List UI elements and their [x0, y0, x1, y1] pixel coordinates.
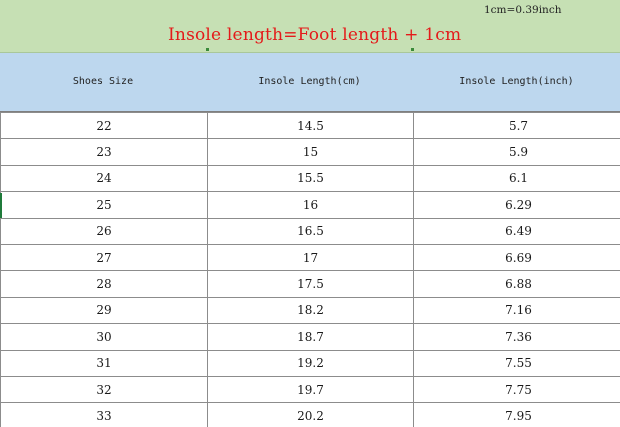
cell-insole-cm[interactable]: 20.2	[207, 402, 414, 427]
conversion-note: 1cm=0.39inch	[484, 4, 562, 16]
cell-shoe-size[interactable]: 28	[0, 270, 208, 298]
cell-insole-cm[interactable]: 17.5	[207, 270, 414, 298]
cell-insole-inch[interactable]: 6.29	[413, 191, 620, 219]
cell-shoe-size[interactable]: 26	[0, 217, 208, 245]
table-row: 24 15.5 6.1	[0, 164, 620, 193]
table-row: 25 16 6.29	[0, 191, 620, 219]
cell-shoe-size[interactable]: 25	[0, 191, 208, 219]
cell-insole-cm[interactable]: 16	[207, 191, 414, 219]
cell-insole-cm[interactable]: 15	[207, 138, 414, 166]
table-row: 30 18.7 7.36	[0, 323, 620, 351]
cell-insole-inch[interactable]: 6.88	[413, 270, 620, 298]
cell-insole-inch[interactable]: 7.75	[413, 375, 620, 404]
table-row: 28 17.5 6.88	[0, 270, 620, 298]
cell-shoe-size[interactable]: 22	[0, 111, 208, 140]
table-header-row: Shoes Size Insole Length(cm) Insole Leng…	[0, 53, 620, 112]
cell-insole-cm[interactable]: 19.2	[207, 349, 414, 377]
cell-shoe-size[interactable]: 30	[0, 323, 208, 351]
table-row: 27 17 6.69	[0, 243, 620, 272]
cell-insole-cm[interactable]: 16.5	[207, 217, 414, 245]
table-row: 22 14.5 5.7	[0, 111, 620, 140]
row-selection-marker	[0, 193, 2, 218]
cell-insole-cm[interactable]: 14.5	[207, 111, 414, 140]
headline-formula: Insole length=Foot length + 1cm	[168, 25, 462, 45]
cell-insole-inch[interactable]: 7.95	[413, 402, 620, 427]
cell-insole-cm[interactable]: 19.7	[207, 375, 414, 404]
cell-insole-cm[interactable]: 17	[207, 243, 414, 272]
header-shoes-size: Shoes Size	[72, 76, 134, 87]
table-row: 33 20.2 7.95	[0, 402, 620, 427]
cell-shoe-size[interactable]: 24	[0, 164, 208, 193]
cell-marker-icon	[411, 48, 414, 51]
table-row: 26 16.5 6.49	[0, 217, 620, 245]
title-banner: 1cm=0.39inch Insole length=Foot length +…	[0, 0, 620, 53]
cell-insole-inch[interactable]: 7.55	[413, 349, 620, 377]
cell-insole-cm[interactable]: 18.2	[207, 296, 414, 325]
cell-marker-icon	[206, 48, 209, 51]
cell-shoe-size[interactable]: 32	[0, 375, 208, 404]
cell-shoe-size[interactable]: 29	[0, 296, 208, 325]
cell-insole-inch[interactable]: 7.16	[413, 296, 620, 325]
cell-shoe-size[interactable]: 27	[0, 243, 208, 272]
cell-insole-cm[interactable]: 18.7	[207, 323, 414, 351]
cell-insole-inch[interactable]: 6.69	[413, 243, 620, 272]
cell-insole-inch[interactable]: 7.36	[413, 323, 620, 351]
cell-shoe-size[interactable]: 31	[0, 349, 208, 377]
header-insole-cm: Insole Length(cm)	[258, 76, 361, 87]
cell-shoe-size[interactable]: 23	[0, 138, 208, 166]
cell-insole-inch[interactable]: 6.49	[413, 217, 620, 245]
cell-shoe-size[interactable]: 33	[0, 402, 208, 427]
size-table: 22 14.5 5.7 23 15 5.9 24 15.5 6.1 25 16 6.29 26 16.5 6…	[0, 111, 620, 427]
table-row: 31 19.2 7.55	[0, 349, 620, 377]
table-row: 32 19.7 7.75	[0, 375, 620, 404]
cell-insole-inch[interactable]: 6.1	[413, 164, 620, 193]
table-row: 29 18.2 7.16	[0, 296, 620, 325]
size-chart-sheet: 1cm=0.39inch Insole length=Foot length +…	[0, 0, 620, 427]
table-row: 23 15 5.9	[0, 138, 620, 166]
header-insole-inch: Insole Length(inch)	[459, 76, 574, 87]
cell-insole-inch[interactable]: 5.7	[413, 111, 620, 140]
cell-insole-cm[interactable]: 15.5	[207, 164, 414, 193]
cell-insole-inch[interactable]: 5.9	[413, 138, 620, 166]
